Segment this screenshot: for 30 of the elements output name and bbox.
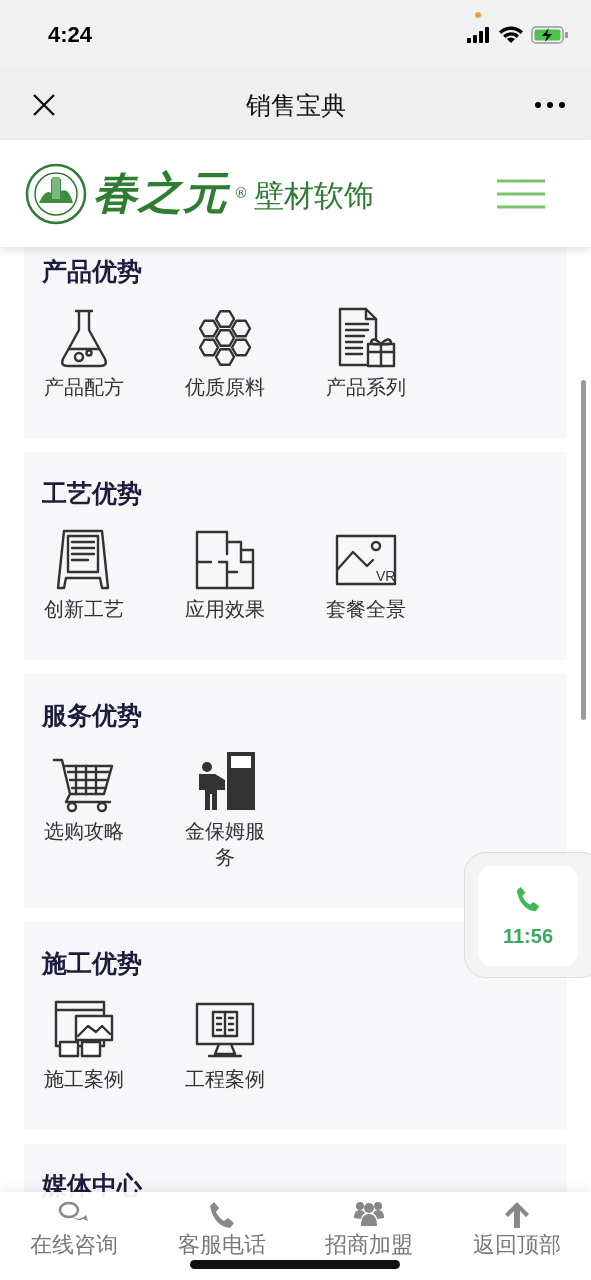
- floor-plan-icon[interactable]: [193, 528, 257, 592]
- menu-item-label[interactable]: 应用效果: [183, 596, 267, 622]
- tab-bar-item[interactable]: 客服电话: [147, 1192, 296, 1280]
- menu-item-label[interactable]: 产品系列: [324, 374, 408, 400]
- menu-item-label[interactable]: 选购攻略: [42, 818, 126, 844]
- tab-bar-item[interactable]: 招商加盟: [295, 1192, 444, 1280]
- close-icon[interactable]: [32, 93, 56, 117]
- tab-bar-item[interactable]: 返回顶部: [443, 1192, 591, 1280]
- section-title: 工艺优势: [42, 478, 142, 508]
- battery-charging-icon: [531, 26, 569, 44]
- menu-item-label[interactable]: 产品配方: [42, 374, 126, 400]
- menu-item-label[interactable]: 套餐全景: [324, 596, 408, 622]
- registered-mark: ®: [234, 184, 248, 201]
- menu-item-label[interactable]: 优质原料: [183, 374, 267, 400]
- menu-item-label[interactable]: 工程案例: [183, 1066, 267, 1092]
- section-title: 产品优势: [42, 256, 142, 286]
- brand-tagline: 壁材软饰: [254, 178, 374, 214]
- clock-time: 4:24: [48, 22, 93, 48]
- page-title: 销售宝典: [244, 89, 347, 121]
- wifi-icon: [499, 26, 523, 44]
- section-title: 服务优势: [42, 700, 142, 730]
- mic-indicator-icon: [475, 12, 481, 18]
- menu-item-label[interactable]: 金保姆服务: [183, 818, 267, 870]
- signal-icon: [467, 27, 491, 43]
- more-icon[interactable]: [535, 102, 565, 108]
- section-title: 施工优势: [42, 948, 142, 978]
- menu-item-label[interactable]: 施工案例: [42, 1066, 126, 1092]
- emblem-icon: [25, 162, 87, 225]
- menu-item-label[interactable]: 创新工艺: [42, 596, 126, 622]
- group-icon: [353, 1200, 386, 1228]
